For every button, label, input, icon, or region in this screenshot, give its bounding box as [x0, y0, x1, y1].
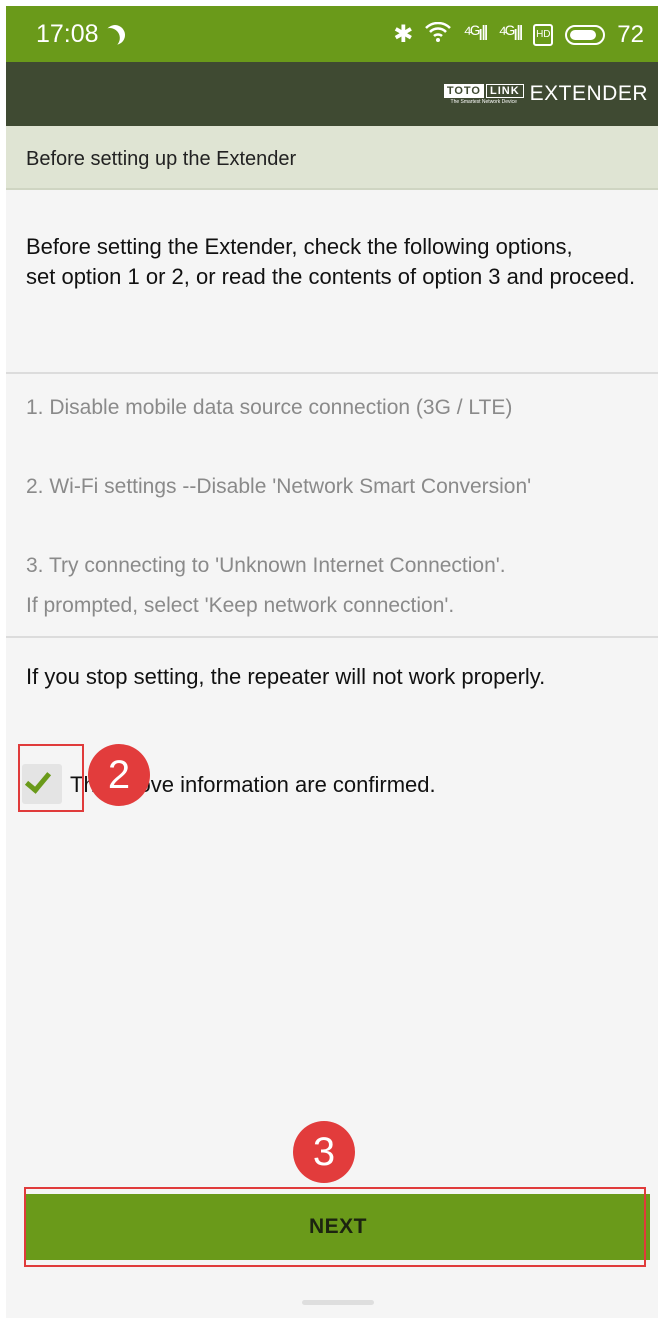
bluetooth-icon: ✱ — [393, 21, 414, 48]
option-3: 3. Try connecting to 'Unknown Internet C… — [26, 554, 506, 577]
annotation-highlight-checkbox — [18, 744, 84, 812]
clock: 17:08 — [36, 20, 99, 48]
app-title: EXTENDER — [529, 82, 648, 105]
brand: TOTO LINK The Smartest Network Device EX… — [443, 82, 648, 106]
warning-text: If you stop setting, the repeater will n… — [26, 664, 546, 689]
section-header: Before setting up the Extender — [6, 126, 658, 190]
divider — [6, 636, 658, 638]
status-time: 17:08 — [36, 20, 125, 49]
section-title: Before setting up the Extender — [26, 148, 297, 170]
status-icons: ✱ ⁴ᴳıll ⁴ᴳıll HD 72 — [393, 20, 644, 49]
annotation-step-2: 2 — [88, 744, 150, 806]
do-not-disturb-icon — [101, 21, 128, 48]
logo-tagline: The Smartest Network Device — [450, 98, 517, 105]
home-indicator[interactable] — [302, 1300, 374, 1305]
wifi-icon — [425, 21, 452, 49]
logo-toto: TOTO — [443, 83, 484, 98]
battery-icon — [565, 24, 606, 45]
totolink-logo: TOTO LINK The Smartest Network Device — [443, 83, 524, 105]
hd-voice-icon: HD — [533, 23, 554, 46]
option-3-note: If prompted, select 'Keep network connec… — [26, 594, 455, 617]
app-screen: 17:08 ✱ ⁴ᴳıll ⁴ᴳıll HD 72 TOTO LINK The … — [6, 6, 658, 1318]
divider — [6, 372, 658, 374]
option-1: 1. Disable mobile data source connection… — [26, 396, 513, 419]
intro-line-1: Before setting the Extender, check the f… — [26, 234, 573, 259]
intro-line-2: set option 1 or 2, or read the contents … — [26, 264, 636, 289]
signal-4g-icon-2: ⁴ᴳıll — [498, 23, 523, 45]
status-bar: 17:08 ✱ ⁴ᴳıll ⁴ᴳıll HD 72 — [6, 6, 658, 62]
signal-4g-icon: ⁴ᴳıll — [463, 23, 488, 45]
app-bar: TOTO LINK The Smartest Network Device EX… — [6, 62, 658, 126]
annotation-highlight-next — [24, 1187, 646, 1267]
battery-level: 72 — [617, 20, 644, 48]
option-2: 2. Wi-Fi settings --Disable 'Network Sma… — [26, 475, 532, 498]
annotation-step-3: 3 — [293, 1121, 355, 1183]
intro-text: Before setting the Extender, check the f… — [26, 232, 646, 292]
logo-link: LINK — [485, 83, 524, 98]
